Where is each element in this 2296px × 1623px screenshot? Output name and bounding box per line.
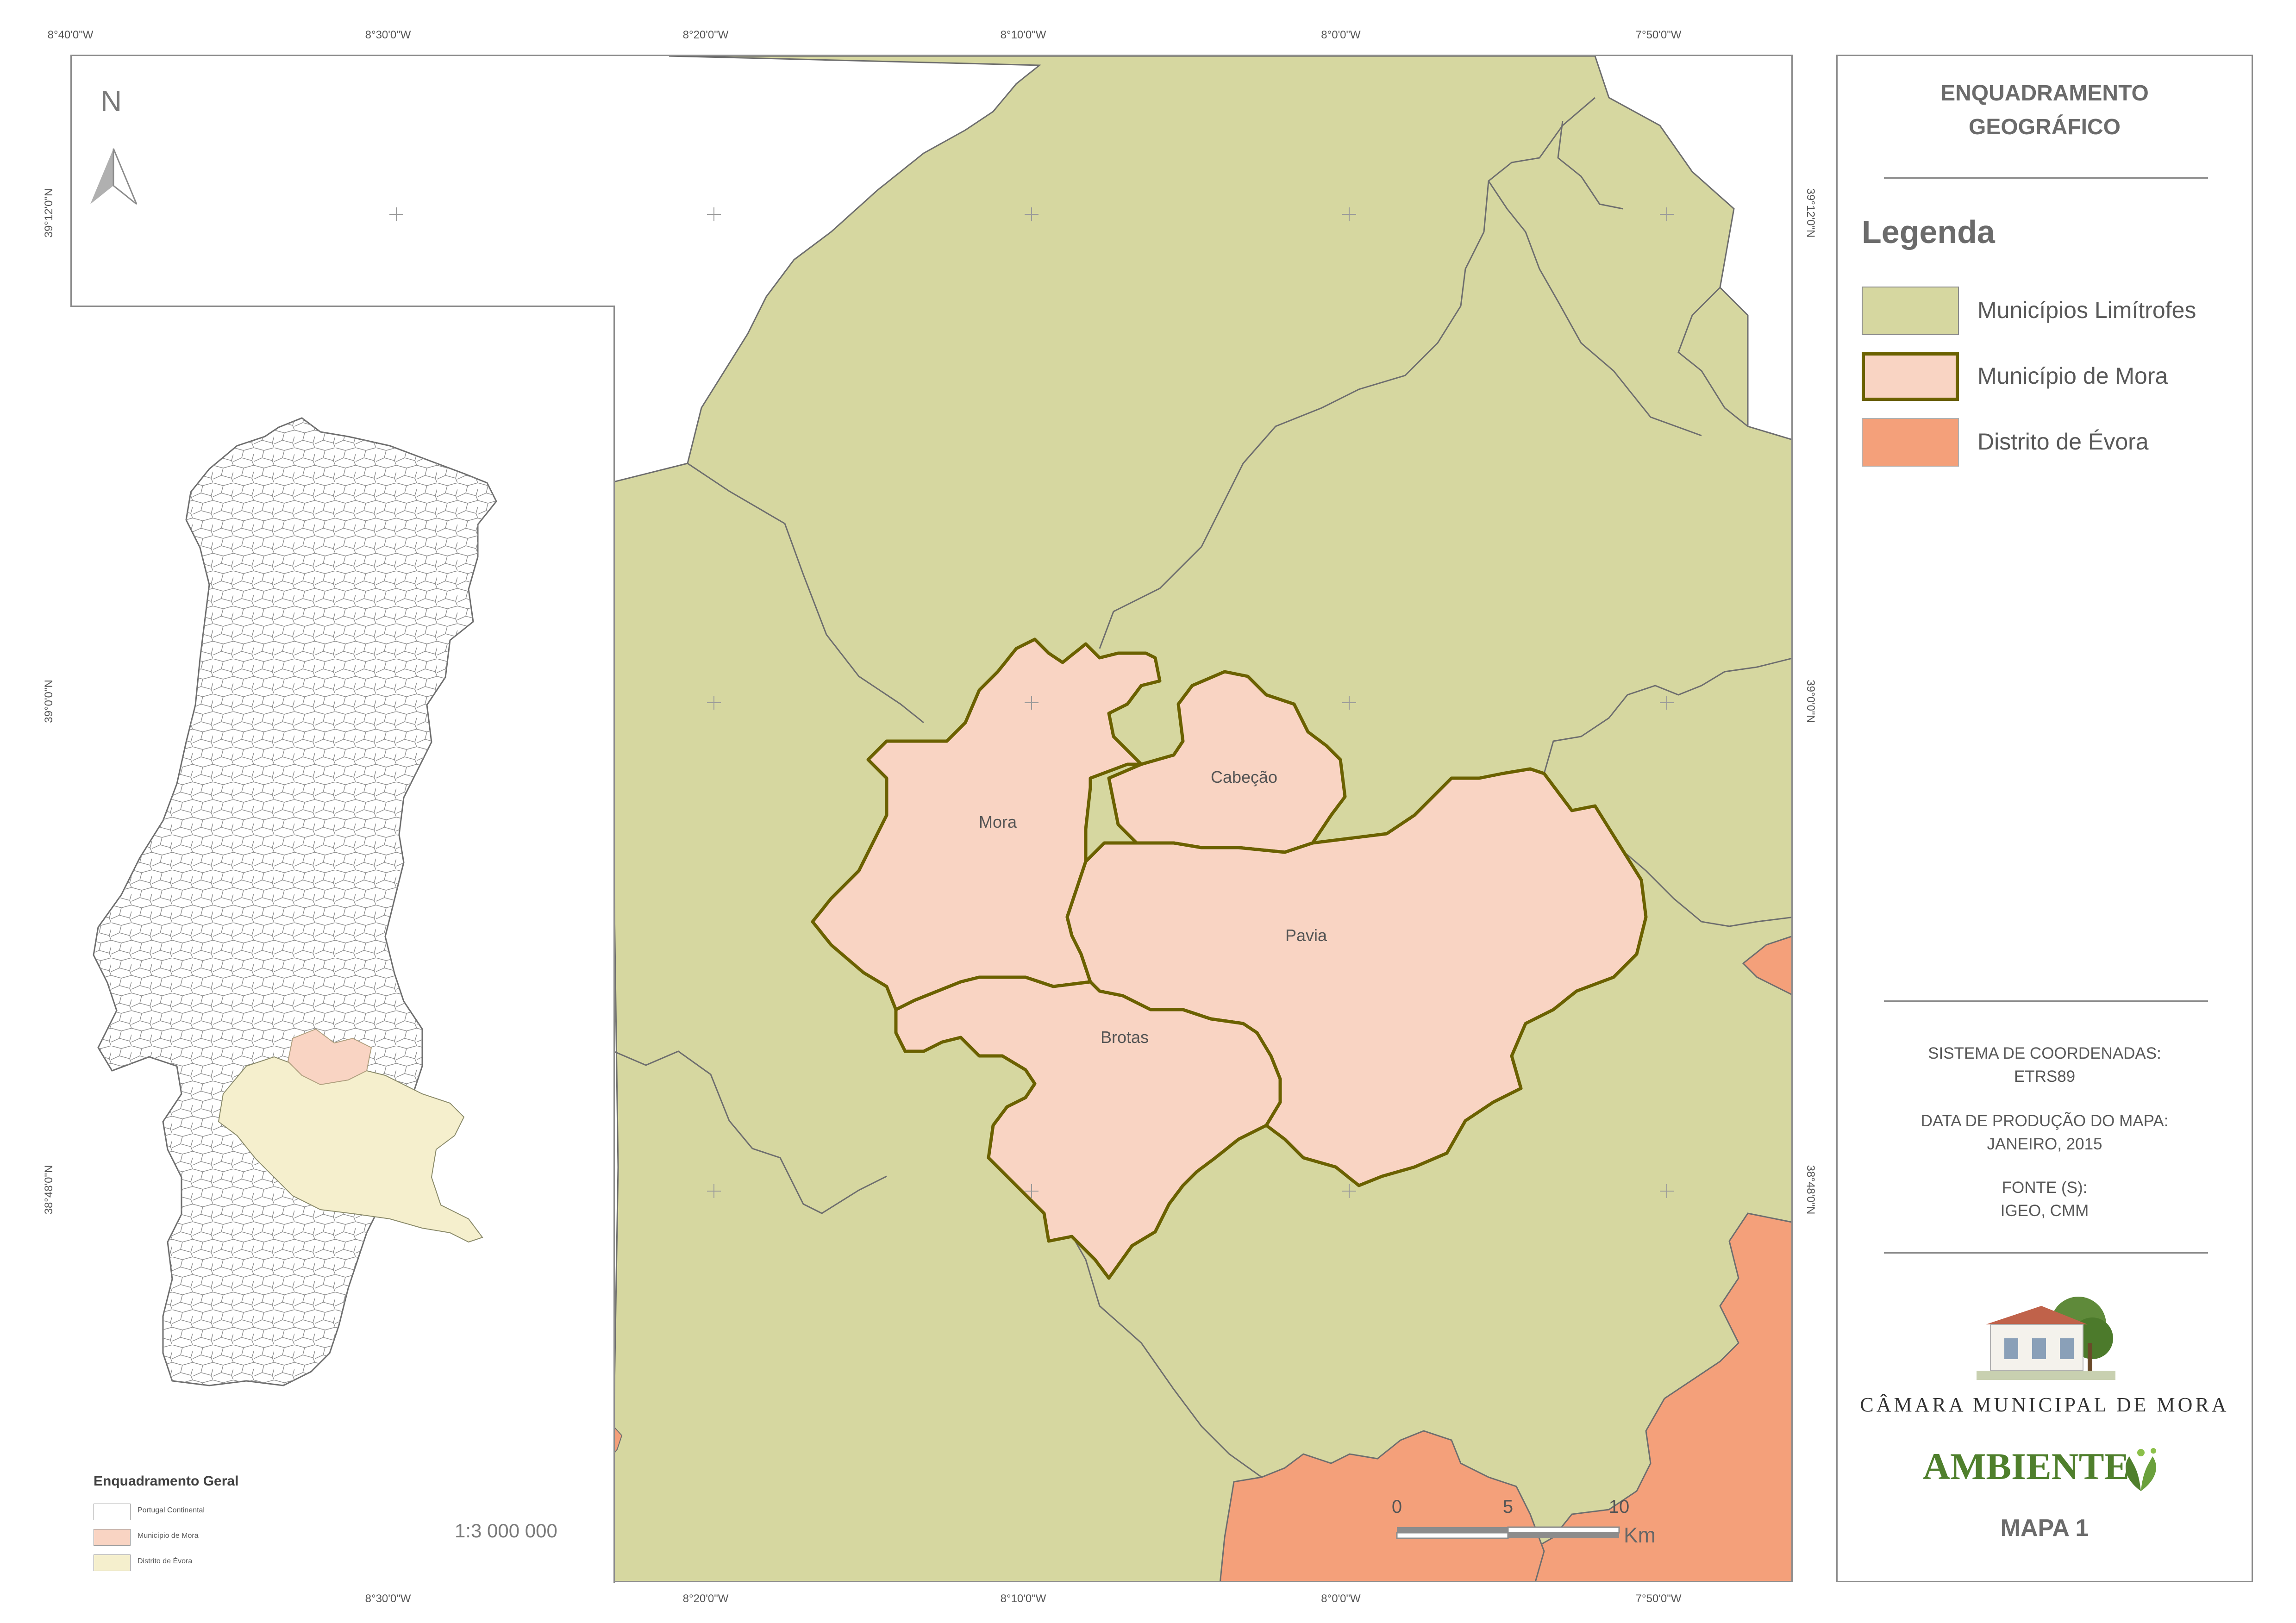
north-arrow-icon xyxy=(90,148,138,205)
inset-legend-portugal: Portugal Continental xyxy=(94,1504,371,1522)
inset-canvas xyxy=(93,417,497,1386)
legend-label: Municípios Limítrofes xyxy=(1977,297,2196,323)
tick-right-1: 39°12'0"N xyxy=(1804,188,1817,238)
tick-right-2: 39°0'0"N xyxy=(1804,680,1817,723)
tick-top-3: 8°20'0"W xyxy=(682,29,729,41)
legend-item-limitrofes: Municípios Limítrofes xyxy=(1862,287,2232,337)
tick-left-3: 38°48'0"N xyxy=(43,1165,55,1215)
coord-system-label: SISTEMA DE COORDENADAS: xyxy=(1928,1044,2161,1062)
tick-bottom-3: 8°10'0"W xyxy=(1000,1592,1046,1605)
inset-legend-label: Portugal Continental xyxy=(138,1506,205,1514)
legend-label: Distrito de Évora xyxy=(1977,429,2149,455)
tick-left-2: 39°0'0"N xyxy=(43,680,55,723)
inset-swatch-portugal xyxy=(94,1504,131,1520)
inset-legend-label: Município de Mora xyxy=(138,1532,199,1540)
label-brotas: Brotas xyxy=(1100,1028,1149,1047)
production-date-value: JANEIRO, 2015 xyxy=(1987,1135,2102,1153)
swatch-mora xyxy=(1862,352,1959,401)
inset-title: Enquadramento Geral xyxy=(94,1473,239,1489)
tick-bottom-1: 8°30'0"W xyxy=(365,1592,411,1605)
map-number: MAPA 1 xyxy=(2000,1515,2089,1542)
tick-top-6: 7°50'0"W xyxy=(1635,29,1682,41)
production-date-label: DATA DE PRODUÇÃO DO MAPA: xyxy=(1921,1112,2169,1130)
label-cabecao: Cabeção xyxy=(1210,768,1278,787)
legend-item-evora: Distrito de Évora xyxy=(1862,418,2232,469)
inset-swatch-mora xyxy=(94,1529,131,1546)
panel-title-line1: ENQUADRAMENTO xyxy=(1940,81,2149,106)
panel-title-line2: GEOGRÁFICO xyxy=(1968,115,2121,139)
source-label: FONTE (S): xyxy=(2002,1179,2088,1197)
legend-heading: Legenda xyxy=(1862,214,1995,250)
inset-legend-evora: Distrito de Évora xyxy=(94,1554,371,1573)
label-mora: Mora xyxy=(978,812,1017,831)
legend-item-mora: Município de Mora xyxy=(1862,352,2232,403)
tick-bottom-4: 8°0'0"W xyxy=(1321,1592,1361,1605)
tick-top-4: 8°10'0"W xyxy=(1000,29,1046,41)
divider xyxy=(1884,177,2208,179)
leaf-icon xyxy=(2126,1448,2156,1491)
camara-building-logo-icon xyxy=(1977,1297,2115,1380)
scalebar-tick-0: 0 xyxy=(1391,1497,1402,1517)
scalebar-tick-5: 5 xyxy=(1502,1497,1514,1517)
tick-bottom-2: 8°20'0"W xyxy=(682,1592,729,1605)
legend-label: Município de Mora xyxy=(1977,363,2168,389)
divider xyxy=(1884,1252,2208,1254)
tick-left-1: 39°12'0"N xyxy=(43,188,55,238)
swatch-evora xyxy=(1862,418,1959,467)
label-pavia: Pavia xyxy=(1285,926,1327,945)
scalebar-tick-10: 10 xyxy=(1608,1497,1630,1517)
ambiente-logo-text: AMBIENTE xyxy=(1922,1445,2130,1487)
coord-system-value: ETRS89 xyxy=(2014,1067,2076,1086)
tick-bottom-5: 7°50'0"W xyxy=(1635,1592,1682,1605)
tick-top-2: 8°30'0"W xyxy=(365,29,411,41)
inset-legend-label: Distrito de Évora xyxy=(138,1557,193,1565)
legend-panel: ENQUADRAMENTO GEOGRÁFICO Legenda Municíp… xyxy=(1836,55,2253,1582)
inset-scale: 1:3 000 000 xyxy=(455,1520,557,1542)
tick-right-3: 38°48'0"N xyxy=(1804,1165,1817,1215)
inset-swatch-evora xyxy=(94,1554,131,1571)
scalebar-unit: Km xyxy=(1624,1523,1656,1547)
tick-top-1: 8°40'0"W xyxy=(47,29,94,41)
source-value: IGEO, CMM xyxy=(2000,1202,2089,1220)
scalebar-graphic xyxy=(1396,1526,1620,1539)
north-label: N xyxy=(100,84,122,118)
divider xyxy=(1884,1000,2208,1002)
tick-top-5: 8°0'0"W xyxy=(1321,29,1361,41)
inset-legend-mora: Município de Mora xyxy=(94,1529,371,1548)
swatch-limitrofes xyxy=(1862,287,1959,335)
camara-municipal-name: CÂMARA MUNICIPAL DE MORA xyxy=(1860,1393,2229,1416)
inset-map: Enquadramento Geral Portugal Continental… xyxy=(70,306,615,1583)
